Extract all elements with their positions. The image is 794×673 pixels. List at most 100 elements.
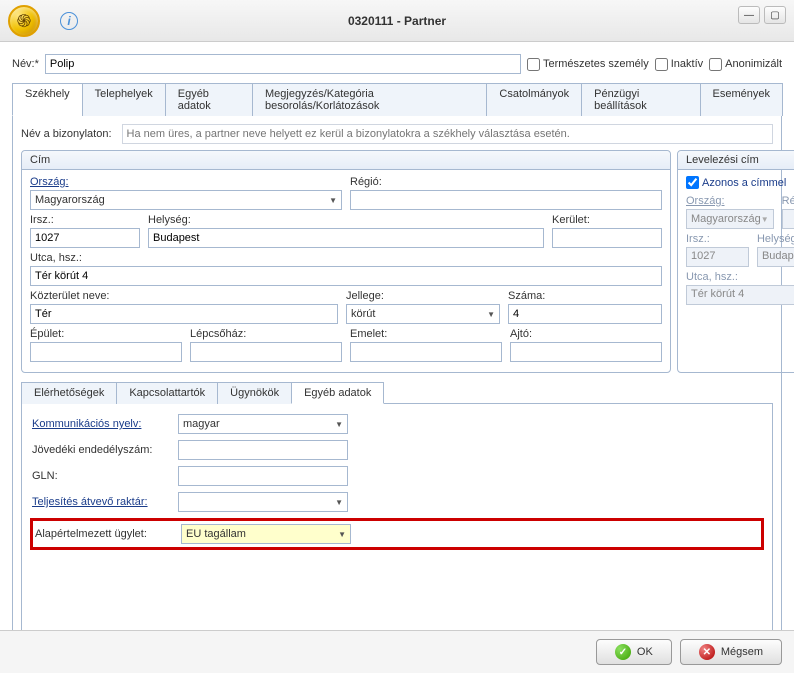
fulfillment-warehouse-label[interactable]: Teljesítés átvevő raktár: xyxy=(32,496,172,508)
city-input[interactable] xyxy=(148,228,544,248)
ok-button[interactable]: ✓ OK xyxy=(596,639,672,665)
zip-label: Irsz.: xyxy=(30,214,140,226)
street-input[interactable] xyxy=(30,266,662,286)
door-label: Ajtó: xyxy=(510,328,662,340)
tab-esemenyek[interactable]: Események xyxy=(700,83,783,116)
floor-input[interactable] xyxy=(350,342,502,362)
publicarea-type-combo[interactable]: körút ▼ xyxy=(346,304,500,324)
chevron-down-icon: ▼ xyxy=(335,420,343,429)
close-icon: ✕ xyxy=(699,644,715,660)
region-input[interactable] xyxy=(350,190,662,210)
voucher-name-input[interactable] xyxy=(122,124,774,144)
city-label: Helység: xyxy=(148,214,544,226)
mail-street-label: Utca, hsz.: xyxy=(686,271,794,283)
chevron-down-icon: ▼ xyxy=(487,310,495,319)
region-label: Régió: xyxy=(350,176,662,188)
default-transaction-combo[interactable]: EU tagállam ▼ xyxy=(181,524,351,544)
chevron-down-icon: ▼ xyxy=(335,498,343,507)
fulfillment-warehouse-combo[interactable]: ▼ xyxy=(178,492,348,512)
natural-person-checkbox-label[interactable]: Természetes személy xyxy=(527,58,649,71)
same-as-address-checkbox[interactable] xyxy=(686,176,699,189)
mail-zip-value: 1027 xyxy=(686,247,749,267)
address-panel: Cím Ország: Magyarország ▼ Régió: xyxy=(21,150,671,373)
inner-tab-body: Kommunikációs nyelv: magyar ▼ Jövedéki e… xyxy=(21,404,773,639)
app-icon: ֍ xyxy=(8,5,40,37)
mail-region-value xyxy=(782,209,794,229)
check-icon: ✓ xyxy=(615,644,631,660)
tab-telephelyek[interactable]: Telephelyek xyxy=(82,83,166,116)
country-combo[interactable]: Magyarország ▼ xyxy=(30,190,342,210)
same-as-address-label[interactable]: Azonos a címmel xyxy=(686,176,794,189)
mail-zip-label: Irsz.: xyxy=(686,233,749,245)
inner-tabs: Elérhetőségek Kapcsolattartók Ügynökök E… xyxy=(21,381,773,404)
anon-checkbox[interactable] xyxy=(709,58,722,71)
publicarea-name-input[interactable] xyxy=(30,304,338,324)
name-input[interactable] xyxy=(45,54,521,74)
mailing-panel: Levelezési cím Azonos a címmel Ország: M… xyxy=(677,150,794,373)
tab-egyeb-adatok[interactable]: Egyéb adatok xyxy=(165,83,253,116)
comm-lang-label[interactable]: Kommunikációs nyelv: xyxy=(32,418,172,430)
tab-kapcsolattartok[interactable]: Kapcsolattartók xyxy=(116,382,218,404)
tab-elerhetosegek[interactable]: Elérhetőségek xyxy=(21,382,117,404)
tab-penzugyi[interactable]: Pénzügyi beállítások xyxy=(581,83,700,116)
inactive-checkbox[interactable] xyxy=(655,58,668,71)
maximize-button[interactable]: ▢ xyxy=(764,6,786,24)
info-icon[interactable]: i xyxy=(60,12,78,30)
mail-region-label: Régió: xyxy=(782,195,794,207)
staircase-input[interactable] xyxy=(190,342,342,362)
street-label: Utca, hsz.: xyxy=(30,252,662,264)
mail-country-value: Magyarország▼ xyxy=(686,209,774,229)
mail-city-label: Helység: xyxy=(757,233,794,245)
publicarea-name-label: Közterület neve: xyxy=(30,290,338,302)
tab-szekhely[interactable]: Székhely xyxy=(12,83,83,116)
natural-person-checkbox[interactable] xyxy=(527,58,540,71)
minimize-button[interactable]: — xyxy=(738,6,760,24)
footer: ✓ OK ✕ Mégsem xyxy=(0,630,794,673)
anon-text: Anonimizált xyxy=(725,58,782,70)
tab-csatolmanyok[interactable]: Csatolmányok xyxy=(486,83,582,116)
mail-city-value: Budapest xyxy=(757,247,794,267)
excise-license-input[interactable] xyxy=(178,440,348,460)
main-tab-body: Név a bizonylaton: Cím Ország: Magyarors… xyxy=(12,116,782,648)
titlebar: ֍ i 0320111 - Partner — ▢ xyxy=(0,0,794,42)
name-label: Név:* xyxy=(12,58,39,70)
inactive-checkbox-label[interactable]: Inaktív xyxy=(655,58,703,71)
gln-label: GLN: xyxy=(32,470,172,482)
publicarea-type-value: körút xyxy=(351,308,375,320)
country-value: Magyarország xyxy=(35,194,105,206)
main-tabs: Székhely Telephelyek Egyéb adatok Megjeg… xyxy=(12,82,782,116)
chevron-down-icon: ▼ xyxy=(329,196,337,205)
window-title: 0320111 - Partner xyxy=(348,14,446,28)
chevron-down-icon: ▼ xyxy=(338,530,346,539)
mailing-panel-title: Levelezési cím xyxy=(678,151,794,170)
tab-megjegyzes[interactable]: Megjegyzés/Kategória besorolás/Korlátozá… xyxy=(252,83,487,116)
natural-person-text: Természetes személy xyxy=(543,58,649,70)
name-row: Név:* Természetes személy Inaktív Anonim… xyxy=(12,54,782,74)
voucher-name-label: Név a bizonylaton: xyxy=(21,128,112,140)
building-input[interactable] xyxy=(30,342,182,362)
district-input[interactable] xyxy=(552,228,662,248)
default-transaction-label: Alapértelmezett ügylet: xyxy=(35,528,175,540)
door-input[interactable] xyxy=(510,342,662,362)
publicarea-type-label: Jellege: xyxy=(346,290,500,302)
tab-ugynokok[interactable]: Ügynökök xyxy=(217,382,292,404)
gln-input[interactable] xyxy=(178,466,348,486)
floor-label: Emelet: xyxy=(350,328,502,340)
mail-street-value: Tér körút 4 xyxy=(686,285,794,305)
country-label[interactable]: Ország: xyxy=(30,176,342,188)
tab-inner-egyeb[interactable]: Egyéb adatok xyxy=(291,382,384,404)
mail-country-label: Ország: xyxy=(686,195,774,207)
comm-lang-combo[interactable]: magyar ▼ xyxy=(178,414,348,434)
staircase-label: Lépcsőház: xyxy=(190,328,342,340)
excise-license-label: Jövedéki endedélyszám: xyxy=(32,444,172,456)
inactive-text: Inaktív xyxy=(671,58,703,70)
cancel-button[interactable]: ✕ Mégsem xyxy=(680,639,782,665)
building-label: Épület: xyxy=(30,328,182,340)
voucher-name-row: Név a bizonylaton: xyxy=(21,124,773,144)
default-transaction-value: EU tagállam xyxy=(186,528,246,540)
housenumber-input[interactable] xyxy=(508,304,662,324)
same-as-address-text: Azonos a címmel xyxy=(702,177,786,189)
zip-input[interactable] xyxy=(30,228,140,248)
cancel-label: Mégsem xyxy=(721,646,763,658)
anon-checkbox-label[interactable]: Anonimizált xyxy=(709,58,782,71)
